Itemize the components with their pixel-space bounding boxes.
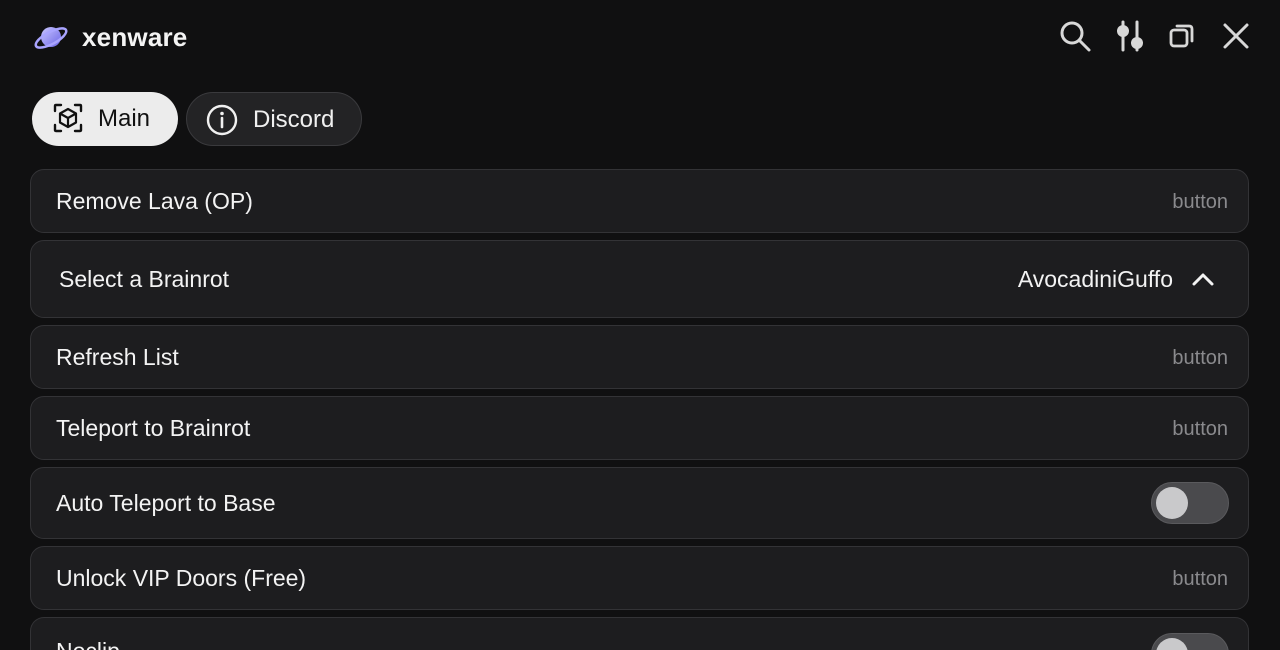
teleport-to-brainrot-button[interactable]: Teleport to Brainrot button <box>30 396 1249 460</box>
row-type-hint: button <box>1172 347 1228 369</box>
noclip-row: Noclip <box>30 617 1249 650</box>
cube-icon <box>53 103 83 133</box>
search-icon <box>1060 21 1091 52</box>
close-button[interactable] <box>1218 18 1254 54</box>
row-label: Remove Lava (OP) <box>56 188 253 214</box>
minimize-button[interactable] <box>1164 18 1200 54</box>
close-icon <box>1223 23 1249 49</box>
auto-teleport-to-base-row: Auto Teleport to Base <box>30 467 1249 539</box>
tab-main-label: Main <box>98 105 151 132</box>
unlock-vip-doors-button[interactable]: Unlock VIP Doors (Free) button <box>30 546 1249 610</box>
title-bar: xenware <box>0 0 1280 76</box>
toggle-knob <box>1156 487 1188 519</box>
planet-logo-icon <box>34 27 68 49</box>
toggle-knob <box>1156 638 1188 650</box>
noclip-toggle[interactable] <box>1151 633 1229 650</box>
minimize-icon <box>1169 24 1194 48</box>
dropdown-selected-value: AvocadiniGuffo <box>1017 266 1173 292</box>
row-label: Teleport to Brainrot <box>56 415 251 441</box>
remove-lava-button[interactable]: Remove Lava (OP) button <box>30 169 1249 233</box>
refresh-list-button[interactable]: Refresh List button <box>30 325 1249 389</box>
row-type-hint: button <box>1172 418 1228 440</box>
tab-discord[interactable]: Discord <box>186 92 362 146</box>
row-label: Unlock VIP Doors (Free) <box>56 565 307 591</box>
info-icon <box>206 104 238 136</box>
search-button[interactable] <box>1057 18 1093 54</box>
row-label: Auto Teleport to Base <box>56 490 276 516</box>
row-type-hint: button <box>1172 568 1228 590</box>
settings-button[interactable] <box>1112 18 1148 54</box>
select-brainrot-dropdown[interactable]: Select a Brainrot AvocadiniGuffo <box>30 240 1249 318</box>
sliders-icon <box>1117 20 1143 52</box>
auto-teleport-toggle[interactable] <box>1151 482 1229 524</box>
tab-main[interactable]: Main <box>32 92 178 146</box>
app-window: xenware Main Discord Remove Lava (OP) bu… <box>0 0 1280 650</box>
row-label: Select a Brainrot <box>59 266 230 292</box>
row-label: Refresh List <box>56 344 179 370</box>
row-label: Noclip <box>56 638 120 650</box>
row-type-hint: button <box>1172 191 1228 213</box>
tab-discord-label: Discord <box>253 106 335 133</box>
app-title: xenware <box>82 22 188 52</box>
chevron-up-icon[interactable] <box>1190 267 1216 293</box>
